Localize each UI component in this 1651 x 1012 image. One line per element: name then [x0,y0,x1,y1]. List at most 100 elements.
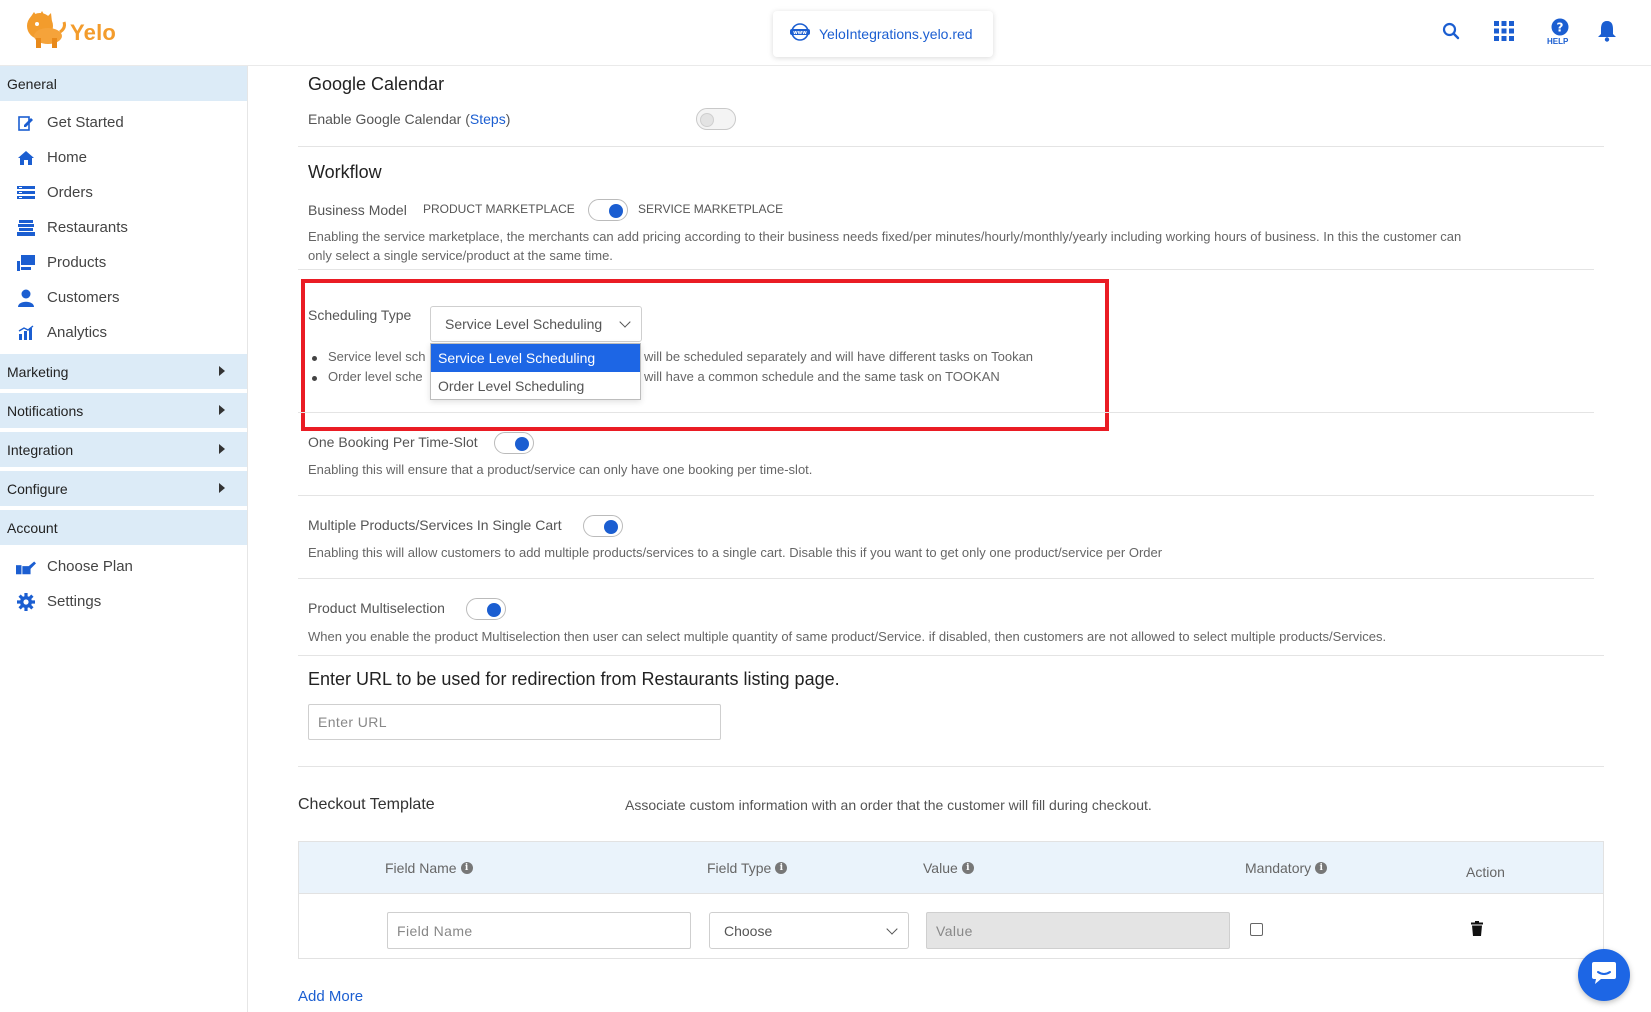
workflow-title: Workflow [308,162,382,182]
value-input: Value [926,912,1230,949]
mandatory-checkbox[interactable] [1250,923,1263,936]
sidebar-section-general[interactable]: General [0,66,247,101]
section-label: Integration [7,441,74,458]
multi-cart-toggle[interactable] [583,515,623,537]
business-model-label: Business Model [308,202,407,218]
bell-icon[interactable] [1594,18,1620,44]
section-label: Account [7,519,58,536]
input-placeholder: Value [936,922,973,939]
orders-icon [16,183,36,203]
chat-icon [1591,961,1617,990]
logo-text: Yelo [70,19,117,45]
sidebar-item-restaurants[interactable]: Restaurants [0,210,247,245]
domain-link[interactable]: www YeloIntegrations.yelo.red [773,11,993,57]
store-icon [16,218,36,238]
redirect-url-input[interactable]: Enter URL [308,704,721,740]
scheduling-type-label: Scheduling Type [308,307,412,323]
chevron-down-icon [886,922,898,935]
sidebar-item-settings[interactable]: Settings [0,584,247,619]
toggle-knob [604,520,618,534]
trash-icon[interactable] [1471,921,1483,941]
sidebar-item-home[interactable]: Home [0,140,247,175]
gear-icon [16,592,36,612]
main-content: Google Calendar Enable Google Calendar (… [248,66,1651,1012]
chevron-down-icon [619,316,631,328]
sidebar-item-label: Analytics [47,324,108,341]
sidebar-section-marketing[interactable]: Marketing [0,354,247,389]
column-label: Field Type [707,860,772,876]
sidebar-section-integration[interactable]: Integration [0,432,247,467]
bullet2-start: Order level sche [328,369,423,384]
sidebar-item-choose-plan[interactable]: Choose Plan [0,549,247,584]
multi-cart-label: Multiple Products/Services In Single Car… [308,517,562,533]
scheduling-type-dropdown: Service Level Scheduling Order Level Sch… [430,343,641,400]
sidebar-item-label: Home [47,149,88,166]
input-placeholder: Enter URL [318,714,387,730]
bullet1-end: will be scheduled separately and will ha… [644,349,1034,364]
brand-logo[interactable]: Yelo [22,10,116,55]
description-line: Enabling the service marketplace, the me… [308,229,1462,244]
checkout-template-description: Associate custom information with an ord… [625,797,1152,813]
sidebar: General Get Started Home Orders Restaura… [0,66,248,1012]
sidebar-item-get-started[interactable]: Get Started [0,105,247,140]
field-name-input[interactable]: Field Name [387,912,691,949]
one-booking-toggle[interactable] [494,432,534,454]
business-model-toggle[interactable] [588,199,628,221]
caret-right-icon [219,444,225,454]
multi-cart-description: Enabling this will allow customers to ad… [308,545,1163,560]
sidebar-section-account[interactable]: Account [0,510,247,545]
info-icon[interactable]: i [460,862,473,874]
column-label: Value [923,860,958,876]
top-header: Yelo www YeloIntegrations.yelo.red ? HEL… [0,0,1651,66]
plan-icon [16,557,36,577]
caret-right-icon [219,405,225,415]
scheduling-type-select[interactable]: Service Level Scheduling [430,306,642,342]
lion-logo-icon [22,10,66,55]
section-label: Notifications [7,402,84,419]
business-model-description: Enabling the service marketplace, the me… [308,227,1608,265]
sidebar-item-label: Restaurants [47,219,128,236]
sidebar-item-label: Get Started [47,114,124,131]
redirect-url-title: Enter URL to be used for redirection fro… [308,669,840,689]
col-field-name: Field Name i [385,860,473,876]
search-icon[interactable] [1438,18,1464,44]
toggle-knob [487,603,501,617]
apps-grid-icon[interactable] [1491,18,1517,44]
user-icon [16,288,36,308]
multiselection-toggle[interactable] [466,598,506,620]
col-mandatory: Mandatory i [1245,860,1328,876]
bullet [312,356,317,361]
bullet2-end: will have a common schedule and the same… [644,369,1000,384]
sidebar-section-notifications[interactable]: Notifications [0,393,247,428]
caret-right-icon [219,483,225,493]
sidebar-item-products[interactable]: Products [0,245,247,280]
help-label: HELP [1547,37,1569,46]
info-icon[interactable]: i [775,862,788,874]
sidebar-item-label: Orders [47,184,93,201]
one-booking-description: Enabling this will ensure that a product… [308,462,813,477]
column-label: Action [1466,864,1505,880]
info-icon[interactable]: i [961,862,974,874]
chat-button[interactable] [1578,949,1630,1001]
sidebar-item-analytics[interactable]: Analytics [0,315,247,350]
input-placeholder: Field Name [397,922,473,939]
sidebar-item-customers[interactable]: Customers [0,280,247,315]
multiselection-description: When you enable the product Multiselecti… [308,629,1387,644]
option-order-level[interactable]: Order Level Scheduling [431,372,640,400]
edit-icon [16,113,36,133]
col-field-type: Field Type i [707,860,788,876]
field-type-select[interactable]: Choose [709,912,909,949]
sidebar-section-configure[interactable]: Configure [0,471,247,506]
section-label: Configure [7,480,68,497]
www-globe-icon: www [789,22,811,46]
add-more-link[interactable]: Add More [298,988,363,1005]
table-header: Field Name i Field Type i Value i Mandatory… [299,842,1603,894]
option-service-level[interactable]: Service Level Scheduling [431,344,640,372]
steps-link[interactable]: Steps [470,111,506,127]
info-icon[interactable]: i [1315,862,1328,874]
google-calendar-toggle[interactable] [696,108,736,130]
caret-right-icon [219,366,225,376]
home-icon [16,148,36,168]
col-action: Action [1466,864,1505,880]
sidebar-item-orders[interactable]: Orders [0,175,247,210]
